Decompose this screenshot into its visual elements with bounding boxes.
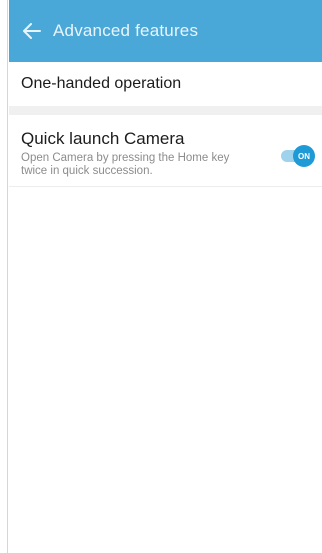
- quick-launch-camera-toggle[interactable]: ON: [281, 145, 315, 167]
- toggle-state-label: ON: [298, 151, 310, 161]
- quick-launch-camera-description: Open Camera by pressing the Home key twi…: [21, 152, 230, 177]
- section-divider: [9, 106, 322, 115]
- screen-left-edge: [0, 0, 8, 553]
- toggle-thumb: ON: [293, 145, 315, 167]
- one-handed-operation-item[interactable]: One-handed operation: [9, 62, 322, 106]
- quick-launch-camera-item[interactable]: Quick launch Camera Open Camera by press…: [9, 115, 322, 187]
- quick-launch-camera-title: Quick launch Camera: [21, 129, 185, 148]
- settings-content: Advanced features One-handed operation Q…: [9, 0, 322, 553]
- one-handed-operation-label: One-handed operation: [21, 75, 182, 92]
- app-header: Advanced features: [9, 0, 322, 62]
- arrow-left-icon[interactable]: [21, 20, 43, 42]
- screen: Advanced features One-handed operation Q…: [0, 0, 322, 553]
- page-title: Advanced features: [53, 21, 199, 40]
